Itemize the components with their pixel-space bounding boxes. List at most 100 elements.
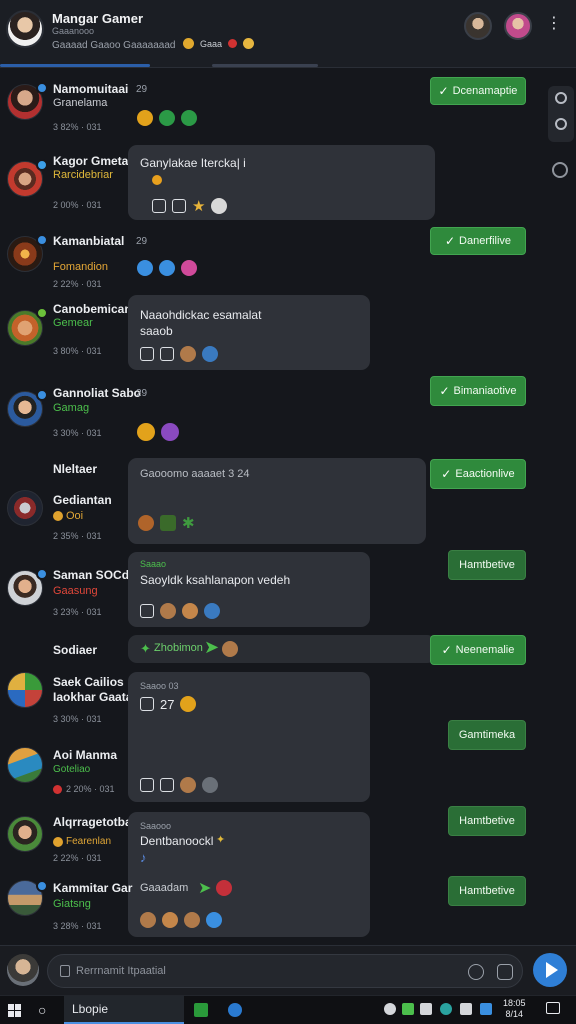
avatar-reaction-icon[interactable]	[162, 912, 178, 928]
avatar[interactable]	[7, 747, 43, 783]
copy-icon[interactable]	[172, 199, 186, 213]
smile-emoji-icon[interactable]	[180, 696, 197, 712]
notification-center-icon[interactable]	[546, 1002, 560, 1014]
message-bubble[interactable]: Saaao Saoyldk ksahlanapon vedeh	[128, 552, 370, 627]
search-icon[interactable]: ○	[38, 996, 46, 1024]
copy-icon[interactable]	[160, 347, 174, 361]
message-input[interactable]: Rerrnamit Itpaatial	[47, 954, 523, 988]
blue-reaction-icon[interactable]	[159, 260, 175, 276]
message-bubble[interactable]: Naaohdickac esamalat saaob	[128, 295, 370, 370]
check-icon: ✓	[439, 384, 450, 398]
message-bubble[interactable]: Gaooomo aaaaet 3 24 ✱	[128, 458, 426, 544]
avatar[interactable]	[7, 816, 43, 852]
message-text: Saoyldk ksahlanapon vedeh	[140, 573, 291, 587]
avatar[interactable]	[7, 490, 43, 526]
sender-name[interactable]: Saek Cailios	[53, 675, 124, 689]
message-bubble[interactable]: Saaooo Dentbanoockl ✦ ♪ Gaaadam ➤	[128, 812, 370, 937]
status-badge[interactable]: Hamtbetive	[448, 550, 526, 580]
smile-emoji-icon[interactable]	[137, 110, 153, 126]
message-text: Naaohdickac esamalat	[140, 308, 262, 322]
attach-icon[interactable]	[60, 965, 70, 977]
sender-name[interactable]: Kammitar Gar	[53, 881, 132, 895]
group-avatar[interactable]	[6, 10, 44, 48]
member-avatar[interactable]	[464, 12, 492, 40]
avatar-reaction-icon[interactable]	[184, 912, 200, 928]
tray-icon[interactable]	[384, 1003, 396, 1015]
reaction-icon[interactable]	[138, 515, 154, 531]
tray-icon[interactable]	[480, 1003, 492, 1015]
verified-icon	[36, 82, 48, 94]
avatar-reaction-icon[interactable]	[182, 603, 198, 619]
user-avatar[interactable]	[7, 954, 39, 986]
send-button[interactable]	[533, 953, 567, 987]
avatar-reaction-icon[interactable]	[180, 777, 196, 793]
purple-reaction-icon[interactable]	[161, 423, 179, 441]
tray-icon[interactable]	[440, 1003, 452, 1015]
share-icon[interactable]	[140, 347, 154, 361]
alien-reaction-icon[interactable]	[204, 603, 220, 619]
avatar-reaction-icon[interactable]	[211, 198, 228, 214]
status-badge[interactable]: Hamtbetive	[448, 876, 526, 906]
sender-name[interactable]: Kamanbiatal	[53, 234, 124, 248]
plant-reaction-icon[interactable]	[160, 515, 176, 531]
red-reaction-icon[interactable]	[216, 880, 232, 896]
status-badge[interactable]: ✓ Bimaniaotive	[430, 376, 526, 406]
sender-name[interactable]: Kagor Gmetae	[53, 154, 135, 168]
emoji-icon[interactable]	[468, 964, 484, 980]
avatar-reaction-icon[interactable]	[140, 912, 156, 928]
message-tag: Saaooo	[140, 821, 172, 831]
share-icon[interactable]	[152, 199, 166, 213]
status-badge[interactable]: Gamtimeka	[448, 720, 526, 750]
more-options-icon[interactable]: ⋮	[546, 16, 562, 32]
message-text: Gaooomo aaaaet 3 24	[140, 468, 250, 480]
smile-emoji-icon[interactable]	[137, 423, 155, 441]
status-badge[interactable]: ✓ Neenemalie	[430, 635, 526, 665]
message-bubble[interactable]: Ganylakae Itercka| i ★	[128, 145, 435, 220]
blue-reaction-icon[interactable]	[206, 912, 222, 928]
sender-name[interactable]: Gediantan	[53, 493, 112, 507]
start-button[interactable]	[8, 996, 21, 1024]
sender-name[interactable]: Sodiaer	[53, 643, 97, 657]
share-icon[interactable]	[140, 697, 154, 711]
copy-icon[interactable]	[160, 778, 174, 792]
tray-icon[interactable]	[402, 1003, 414, 1015]
star-icon[interactable]: ★	[192, 197, 205, 215]
taskbar-search[interactable]: Lbopie	[64, 996, 184, 1024]
message-bubble[interactable]: ✦ Zhobimon ➤	[128, 635, 436, 663]
notification-icon[interactable]	[555, 92, 567, 104]
side-rail	[548, 86, 574, 142]
status-badge[interactable]: Hamtbetive	[448, 806, 526, 836]
heart-reaction-icon[interactable]	[181, 260, 197, 276]
clock[interactable]: 18:05 8/14	[503, 998, 526, 1020]
app-icon[interactable]	[194, 996, 208, 1024]
sender-name[interactable]: Canobemican	[53, 302, 132, 316]
green-reaction-icon[interactable]	[181, 110, 197, 126]
sender-name[interactable]: Nleltaer	[53, 462, 97, 476]
share-icon[interactable]	[140, 778, 154, 792]
sender-name[interactable]: Gannoliat Sabo	[53, 386, 141, 400]
sticker-icon[interactable]	[497, 964, 513, 980]
message-bubble[interactable]: Saaoo 03 27	[128, 672, 370, 802]
gear-icon[interactable]	[552, 162, 568, 178]
sender-name[interactable]: Namomuitaai	[53, 82, 128, 96]
sender-name[interactable]: Aoi Manma	[53, 748, 117, 762]
status-badge[interactable]: ✓ Danerfilive	[430, 227, 526, 255]
globe-reaction-icon[interactable]	[202, 777, 218, 793]
avatar[interactable]	[7, 672, 43, 708]
member-avatar[interactable]	[504, 12, 532, 40]
status-badge[interactable]: ✓ Dcenamaptie	[430, 77, 526, 105]
avatar-reaction-icon[interactable]	[180, 346, 196, 362]
sender-name[interactable]: Saman SOCdo	[53, 568, 136, 582]
browser-icon[interactable]	[228, 996, 242, 1024]
status-badge[interactable]: ✓ Eaactionlive	[430, 459, 526, 489]
share-icon[interactable]	[140, 604, 154, 618]
green-reaction-icon[interactable]	[159, 110, 175, 126]
blue-reaction-icon[interactable]	[137, 260, 153, 276]
volume-icon[interactable]	[420, 1003, 432, 1015]
network-icon[interactable]	[460, 1003, 472, 1015]
globe-reaction-icon[interactable]	[202, 346, 218, 362]
avatar-reaction-icon[interactable]	[222, 641, 238, 657]
settings-icon[interactable]	[555, 118, 567, 130]
leaf-reaction-icon[interactable]: ✱	[182, 514, 195, 532]
avatar-reaction-icon[interactable]	[160, 603, 176, 619]
